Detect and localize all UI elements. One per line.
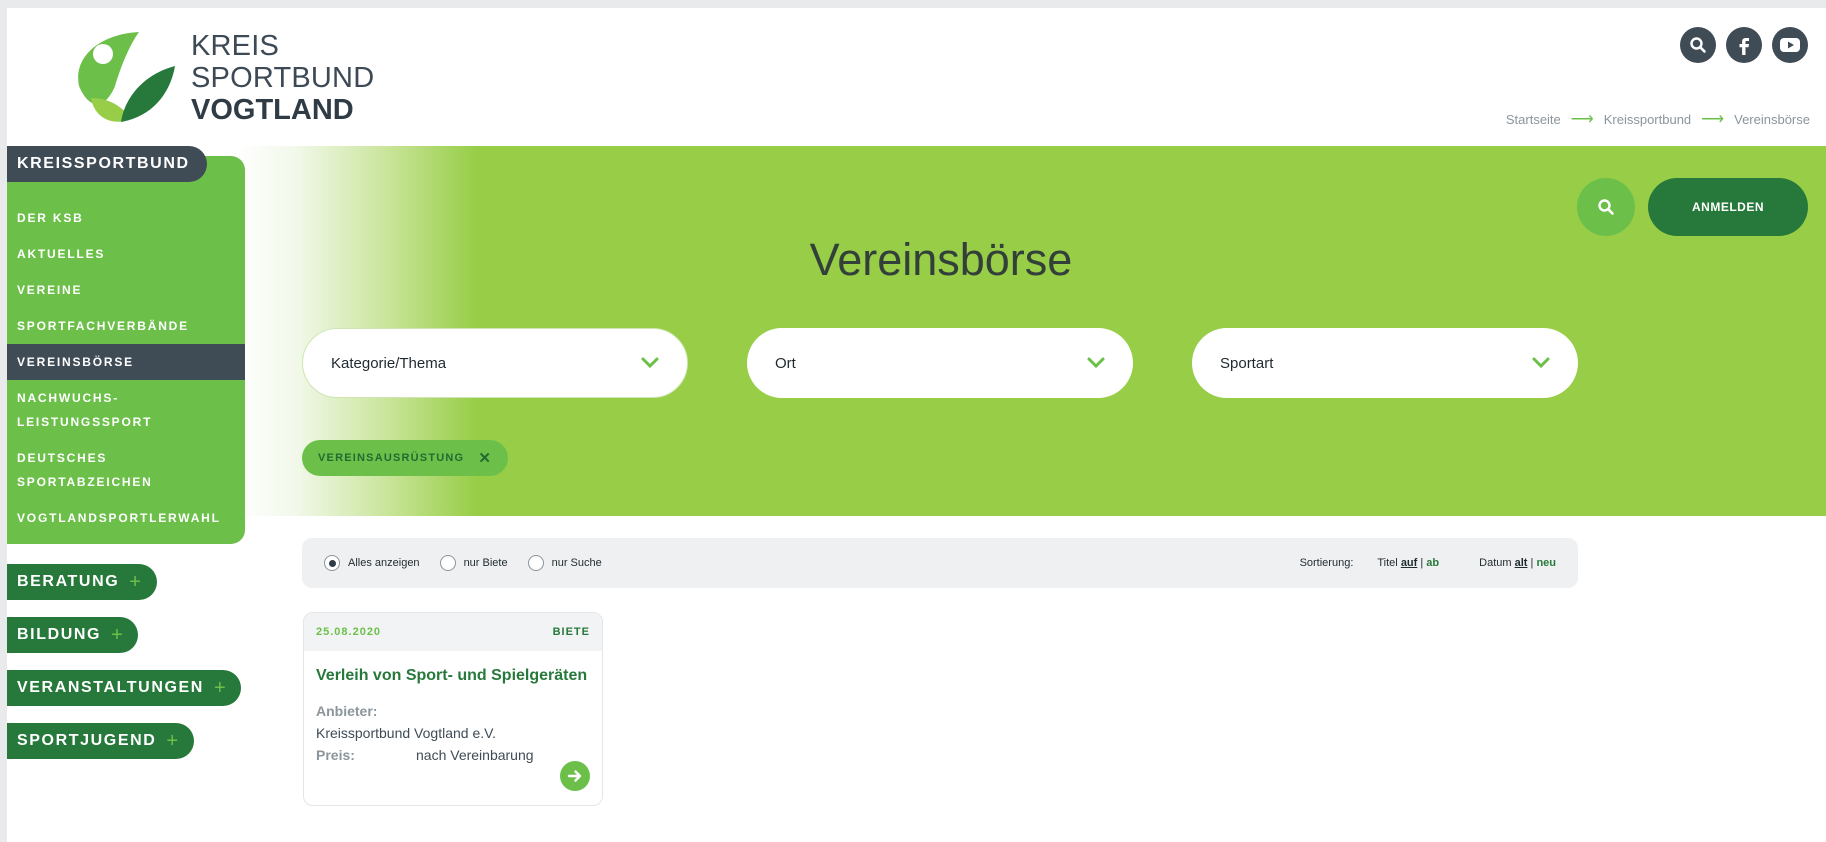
- radio-label: Alles anzeigen: [348, 557, 420, 569]
- chevron-down-icon: [1532, 357, 1550, 369]
- chevron-down-icon: [1087, 357, 1105, 369]
- close-icon[interactable]: ✕: [478, 449, 492, 467]
- radio-button[interactable]: [439, 555, 456, 571]
- sidebar-item-vereine[interactable]: VEREINE: [7, 272, 245, 308]
- sort-title-group: Titel auf | ab: [1377, 557, 1439, 569]
- chevron-down-icon: [641, 357, 659, 369]
- radio-label: nur Biete: [463, 557, 508, 569]
- card-header: 25.08.2020 BIETE: [304, 613, 602, 651]
- sort-title-desc-link[interactable]: ab: [1426, 557, 1439, 569]
- sidebar-item-sportfachverbaende[interactable]: SPORTFACHVERBÄNDE: [7, 308, 245, 344]
- sidebar-items: DER KSB AKTUELLES VEREINE SPORTFACHVERBÄ…: [7, 200, 245, 536]
- plus-icon: +: [213, 676, 228, 699]
- sidebar-item-label: DEUTSCHES: [17, 451, 108, 465]
- breadcrumb-current: Vereinsbörse: [1734, 111, 1810, 127]
- search-icon[interactable]: [1680, 27, 1716, 63]
- logo-line-1: KREIS: [191, 30, 280, 62]
- sidebar-item-label: SPORTABZEICHEN: [17, 475, 153, 489]
- page-title: Vereinsbörse: [809, 234, 1073, 285]
- radio-nur-biete[interactable]: nur Biete: [439, 555, 508, 571]
- breadcrumb-home[interactable]: Startseite: [1506, 112, 1561, 127]
- youtube-icon[interactable]: [1772, 27, 1808, 63]
- sidebar-item-label: LEISTUNGSSPORT: [17, 415, 153, 429]
- facebook-icon[interactable]: [1726, 27, 1762, 63]
- arrow-right-icon: ⟶: [1701, 111, 1725, 128]
- sort-date-new-link[interactable]: neu: [1536, 557, 1556, 569]
- active-filter-chip[interactable]: VEREINSAUSRÜSTUNG ✕: [302, 440, 509, 476]
- sort-date-label: Datum: [1479, 557, 1512, 569]
- sidebar-main-label: SPORTJUGEND: [17, 732, 157, 749]
- radio-alles-anzeigen[interactable]: Alles anzeigen: [324, 555, 420, 571]
- sidebar-main-bildung[interactable]: BILDUNG +: [7, 617, 139, 653]
- header-icons: [1680, 27, 1808, 63]
- card-title[interactable]: Verleih von Sport- und Spielgeräten: [304, 651, 602, 685]
- radio-button[interactable]: [527, 555, 544, 571]
- logo-text[interactable]: KREIS SPORTBUND VOGTLAND: [191, 30, 374, 126]
- sidebar-item-sportabzeichen[interactable]: DEUTSCHES SPORTABZEICHEN: [7, 440, 245, 500]
- plus-icon: +: [166, 729, 180, 752]
- sorting-controls: Sortierung: Titel auf | ab Datum alt | n…: [1300, 557, 1556, 569]
- category-select-value: Kategorie/Thema: [331, 354, 447, 372]
- separator: |: [1420, 557, 1424, 569]
- separator: |: [1530, 557, 1534, 569]
- radio-nur-suche[interactable]: nur Suche: [527, 555, 602, 571]
- logo-line-2: SPORTBUND: [191, 62, 375, 94]
- sidebar-main-label: VERANSTALTUNGEN: [17, 679, 204, 696]
- ksb-logo[interactable]: [71, 26, 181, 126]
- search-icon: [1598, 199, 1614, 215]
- page: KREIS SPORTBUND VOGTLAND Startseite ⟶ Kr…: [7, 8, 1826, 842]
- sorting-label: Sortierung:: [1299, 557, 1354, 569]
- plus-icon: +: [111, 623, 125, 646]
- sidebar-item-vogtlandsportlerwahl[interactable]: VOGTLANDSPORTLERWAHL: [7, 500, 245, 536]
- listing-filter-bar: Alles anzeigen nur Biete nur Suche Sorti…: [302, 538, 1578, 588]
- card-provider: Kreissportbund Vogtland e.V.: [316, 725, 497, 741]
- breadcrumb: Startseite ⟶ Kreissportbund ⟶ Vereinsbör…: [1506, 109, 1810, 129]
- sidebar-item-aktuelles[interactable]: AKTUELLES: [7, 236, 245, 272]
- sidebar-main-sportjugend[interactable]: SPORTJUGEND +: [7, 723, 194, 759]
- sort-title-label: Titel: [1377, 557, 1398, 569]
- radio-label: nur Suche: [551, 557, 602, 569]
- hero-search-button[interactable]: [1577, 178, 1635, 236]
- sidebar-item-label: NACHWUCHS-: [17, 391, 119, 405]
- category-select[interactable]: Kategorie/Thema: [302, 328, 688, 398]
- plus-icon: +: [129, 570, 143, 593]
- card-price-row: Preis: nach Vereinbarung: [304, 741, 602, 763]
- sidebar-item-nachwuchsleistungssport[interactable]: NACHWUCHS- LEISTUNGSSPORT: [7, 380, 245, 440]
- hero-section: Vereinsbörse ANMELDEN Kategorie/Thema Or…: [7, 146, 1826, 516]
- card-open-button[interactable]: [560, 761, 590, 791]
- sidebar-main-label: BERATUNG: [17, 573, 120, 590]
- sidebar-main-veranstaltungen[interactable]: VERANSTALTUNGEN +: [7, 670, 242, 706]
- card-type-badge: BIETE: [552, 626, 590, 638]
- sidebar-main-label: BILDUNG: [17, 626, 102, 643]
- arrow-right-icon: [567, 770, 582, 782]
- sidebar-item-vereinsboerse[interactable]: VEREINSBÖRSE: [7, 344, 245, 380]
- sidebar-item-der-ksb[interactable]: DER KSB: [7, 200, 245, 236]
- breadcrumb-kreissportbund[interactable]: Kreissportbund: [1604, 112, 1691, 127]
- location-select[interactable]: Ort: [747, 328, 1133, 398]
- sort-title-asc-link[interactable]: auf: [1401, 557, 1418, 569]
- radio-button-checked[interactable]: [324, 555, 340, 571]
- logo-line-3: VOGTLAND: [191, 94, 354, 126]
- listing-card[interactable]: 25.08.2020 BIETE Verleih von Sport- und …: [303, 612, 603, 806]
- sidebar-main-beratung[interactable]: BERATUNG +: [7, 564, 157, 600]
- sort-date-old-link[interactable]: alt: [1515, 557, 1528, 569]
- sort-date-group: Datum alt | neu: [1479, 557, 1556, 569]
- card-date: 25.08.2020: [316, 626, 382, 638]
- location-select-value: Ort: [775, 354, 796, 372]
- card-price: nach Vereinbarung: [416, 747, 534, 763]
- login-button[interactable]: ANMELDEN: [1648, 178, 1808, 236]
- card-price-label: Preis:: [316, 747, 355, 763]
- sport-select[interactable]: Sportart: [1192, 328, 1578, 398]
- arrow-right-icon: ⟶: [1570, 111, 1594, 128]
- sport-select-value: Sportart: [1220, 354, 1274, 372]
- card-provider-label: Anbieter:: [316, 703, 378, 719]
- sidebar-head-kreissportbund[interactable]: KREISSPORTBUND: [7, 146, 207, 182]
- active-filter-label: VEREINSAUSRÜSTUNG: [318, 452, 465, 464]
